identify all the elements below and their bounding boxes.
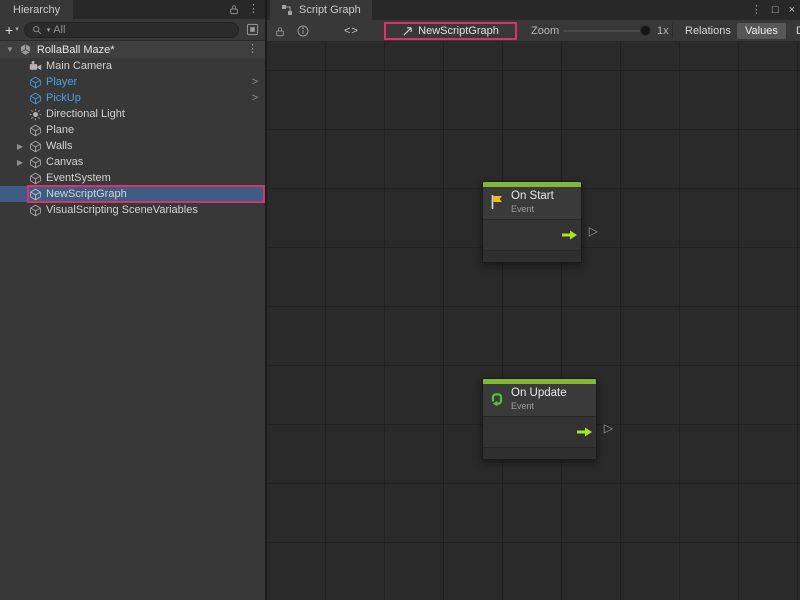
search-window-icon[interactable] bbox=[244, 22, 260, 38]
connection-triangle-icon[interactable]: ▷ bbox=[589, 225, 598, 237]
flag-icon bbox=[488, 193, 506, 211]
scene-header-row[interactable]: ▼ RollaBall Maze* ⋮ bbox=[0, 41, 265, 58]
hierarchy-tree: Main Camera Player > PickUp > Directiona… bbox=[0, 58, 265, 218]
graph-asset-icon bbox=[402, 26, 413, 37]
hierarchy-menu-icon[interactable]: ⋮ bbox=[248, 4, 259, 15]
prefab-open-chevron-icon[interactable]: > bbox=[252, 76, 258, 88]
graph-lock-icon[interactable] bbox=[275, 20, 285, 42]
camera-icon bbox=[29, 60, 42, 73]
hierarchy-item-visualscripting-scenevariables[interactable]: VisualScripting SceneVariables bbox=[0, 202, 265, 218]
window-menu-icon[interactable]: ⋮ bbox=[751, 5, 762, 16]
output-port-arrow-icon[interactable] bbox=[562, 230, 577, 240]
node-header[interactable]: On Update Event bbox=[483, 384, 596, 416]
node-port-row bbox=[483, 416, 596, 447]
lock-icon[interactable] bbox=[229, 4, 239, 15]
prefab-cube-icon bbox=[29, 76, 42, 89]
hierarchy-tab-label: Hierarchy bbox=[13, 4, 60, 16]
cube-icon bbox=[29, 188, 42, 201]
chevron-down-icon: ▾ bbox=[15, 26, 19, 33]
breadcrumb-label: NewScriptGraph bbox=[418, 25, 499, 37]
tab-hierarchy[interactable]: Hierarchy bbox=[0, 0, 73, 19]
cube-icon bbox=[29, 124, 42, 137]
hierarchy-item-directional-light[interactable]: Directional Light bbox=[0, 106, 265, 122]
prefab-open-chevron-icon[interactable]: > bbox=[252, 92, 258, 104]
node-footer bbox=[483, 250, 581, 262]
hierarchy-item-walls[interactable]: ▶ Walls bbox=[0, 138, 265, 154]
hierarchy-item-player[interactable]: Player > bbox=[0, 74, 265, 90]
node-footer bbox=[483, 447, 596, 459]
script-graph-icon bbox=[281, 4, 293, 16]
create-object-button[interactable]: + ▾ bbox=[5, 23, 19, 37]
connection-triangle-icon[interactable]: ▷ bbox=[604, 422, 613, 434]
search-filter-label: All bbox=[53, 24, 65, 36]
output-port-arrow-icon[interactable] bbox=[577, 427, 592, 437]
angle-brackets-icon[interactable]: <> bbox=[344, 20, 359, 42]
graph-breadcrumb[interactable]: NewScriptGraph bbox=[384, 22, 517, 40]
hierarchy-item-plane[interactable]: Plane bbox=[0, 122, 265, 138]
expand-arrow-icon[interactable]: ▶ bbox=[17, 142, 23, 151]
node-subtitle: Event bbox=[511, 204, 554, 215]
zoom-slider-handle[interactable] bbox=[640, 25, 651, 36]
script-graph-tab-label: Script Graph bbox=[299, 4, 361, 16]
search-filter-caret-icon: ▾ bbox=[47, 26, 51, 34]
cube-icon bbox=[29, 156, 42, 169]
unity-editor-window: Hierarchy ⋮ + ▾ ▾ All bbox=[0, 0, 800, 600]
zoom-slider[interactable] bbox=[563, 30, 651, 32]
node-port-row bbox=[483, 219, 581, 250]
hierarchy-tab-strip: Hierarchy ⋮ bbox=[0, 0, 265, 19]
hierarchy-item-main-camera[interactable]: Main Camera bbox=[0, 58, 265, 74]
unity-scene-icon bbox=[19, 43, 32, 56]
hierarchy-toolbar: + ▾ ▾ All bbox=[0, 19, 265, 41]
update-loop-icon bbox=[488, 390, 506, 408]
tab-script-graph[interactable]: Script Graph bbox=[270, 0, 372, 20]
scene-name: RollaBall Maze* bbox=[37, 44, 115, 56]
relations-button[interactable]: Relations bbox=[677, 20, 739, 42]
zoom-label: Zoom bbox=[531, 20, 559, 42]
cube-icon bbox=[29, 140, 42, 153]
node-on-start[interactable]: On Start Event ▷ bbox=[482, 181, 582, 263]
dim-button[interactable]: Di bbox=[788, 20, 800, 42]
node-header[interactable]: On Start Event bbox=[483, 187, 581, 219]
expand-arrow-icon[interactable]: ▶ bbox=[17, 158, 23, 167]
graph-toolbar: <> NewScriptGraph Zoom 1x Relations Valu… bbox=[267, 20, 800, 42]
info-icon[interactable] bbox=[297, 20, 309, 42]
cube-icon bbox=[29, 204, 42, 217]
scene-menu-icon[interactable]: ⋮ bbox=[247, 44, 258, 55]
search-icon bbox=[32, 25, 42, 35]
graph-canvas[interactable]: On Start Event ▷ bbox=[267, 42, 800, 600]
node-title: On Update bbox=[511, 387, 567, 401]
zoom-value: 1x bbox=[657, 20, 669, 42]
graph-tab-strip: Script Graph ⋮ □ × bbox=[267, 0, 800, 20]
hierarchy-item-newscriptgraph[interactable]: NewScriptGraph bbox=[0, 186, 265, 202]
scene-foldout-icon[interactable]: ▼ bbox=[6, 46, 14, 54]
hierarchy-item-canvas[interactable]: ▶ Canvas bbox=[0, 154, 265, 170]
node-subtitle: Event bbox=[511, 401, 567, 412]
hierarchy-item-eventsystem[interactable]: EventSystem bbox=[0, 170, 265, 186]
node-on-update[interactable]: On Update Event ▷ bbox=[482, 378, 597, 460]
maximize-icon[interactable]: □ bbox=[772, 4, 779, 16]
node-title: On Start bbox=[511, 190, 554, 204]
light-icon bbox=[29, 108, 42, 121]
prefab-cube-icon bbox=[29, 92, 42, 105]
toolbar-separator bbox=[672, 23, 673, 39]
hierarchy-search-input[interactable]: ▾ All bbox=[24, 22, 239, 38]
values-button[interactable]: Values bbox=[737, 20, 786, 42]
close-icon[interactable]: × bbox=[789, 4, 795, 16]
hierarchy-item-pickup[interactable]: PickUp > bbox=[0, 90, 265, 106]
cube-icon bbox=[29, 172, 42, 185]
script-graph-panel: Script Graph ⋮ □ × <> NewScriptGraph bbox=[267, 0, 800, 600]
hierarchy-panel: Hierarchy ⋮ + ▾ ▾ All bbox=[0, 0, 265, 600]
